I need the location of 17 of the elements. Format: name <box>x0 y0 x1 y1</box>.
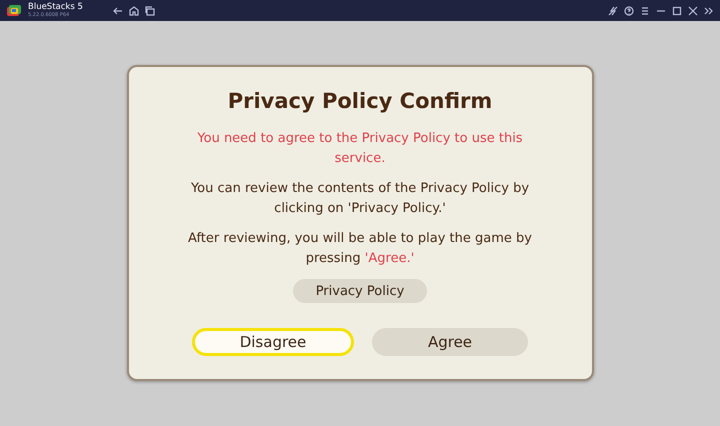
disagree-button[interactable]: Disagree <box>192 328 354 356</box>
agree-button[interactable]: Agree <box>372 328 528 356</box>
message-text: You can review the contents of the Privacy Policy by clicking on 'Privacy Policy.' <box>190 180 530 218</box>
privacy-policy-button[interactable]: Privacy Policy <box>293 279 427 303</box>
home-icon[interactable] <box>128 6 139 16</box>
app-title: BlueStacks 5 <box>28 3 83 12</box>
sidebar-expand-icon[interactable] <box>704 6 714 16</box>
menu-icon[interactable] <box>640 6 650 16</box>
message-text: You need to agree to the Privacy Policy to use this service. <box>196 130 524 168</box>
back-icon[interactable] <box>112 6 123 16</box>
message-text: After reviewing, you will be able to play the game by pressing 'Agree.' <box>187 230 533 268</box>
multi-window-icon[interactable] <box>144 6 155 16</box>
maximize-icon[interactable] <box>672 6 682 16</box>
dialog-title: Privacy Policy Confirm <box>228 89 492 113</box>
close-icon[interactable] <box>688 6 698 16</box>
app-logo-icon <box>6 4 22 18</box>
help-icon[interactable] <box>624 6 634 16</box>
